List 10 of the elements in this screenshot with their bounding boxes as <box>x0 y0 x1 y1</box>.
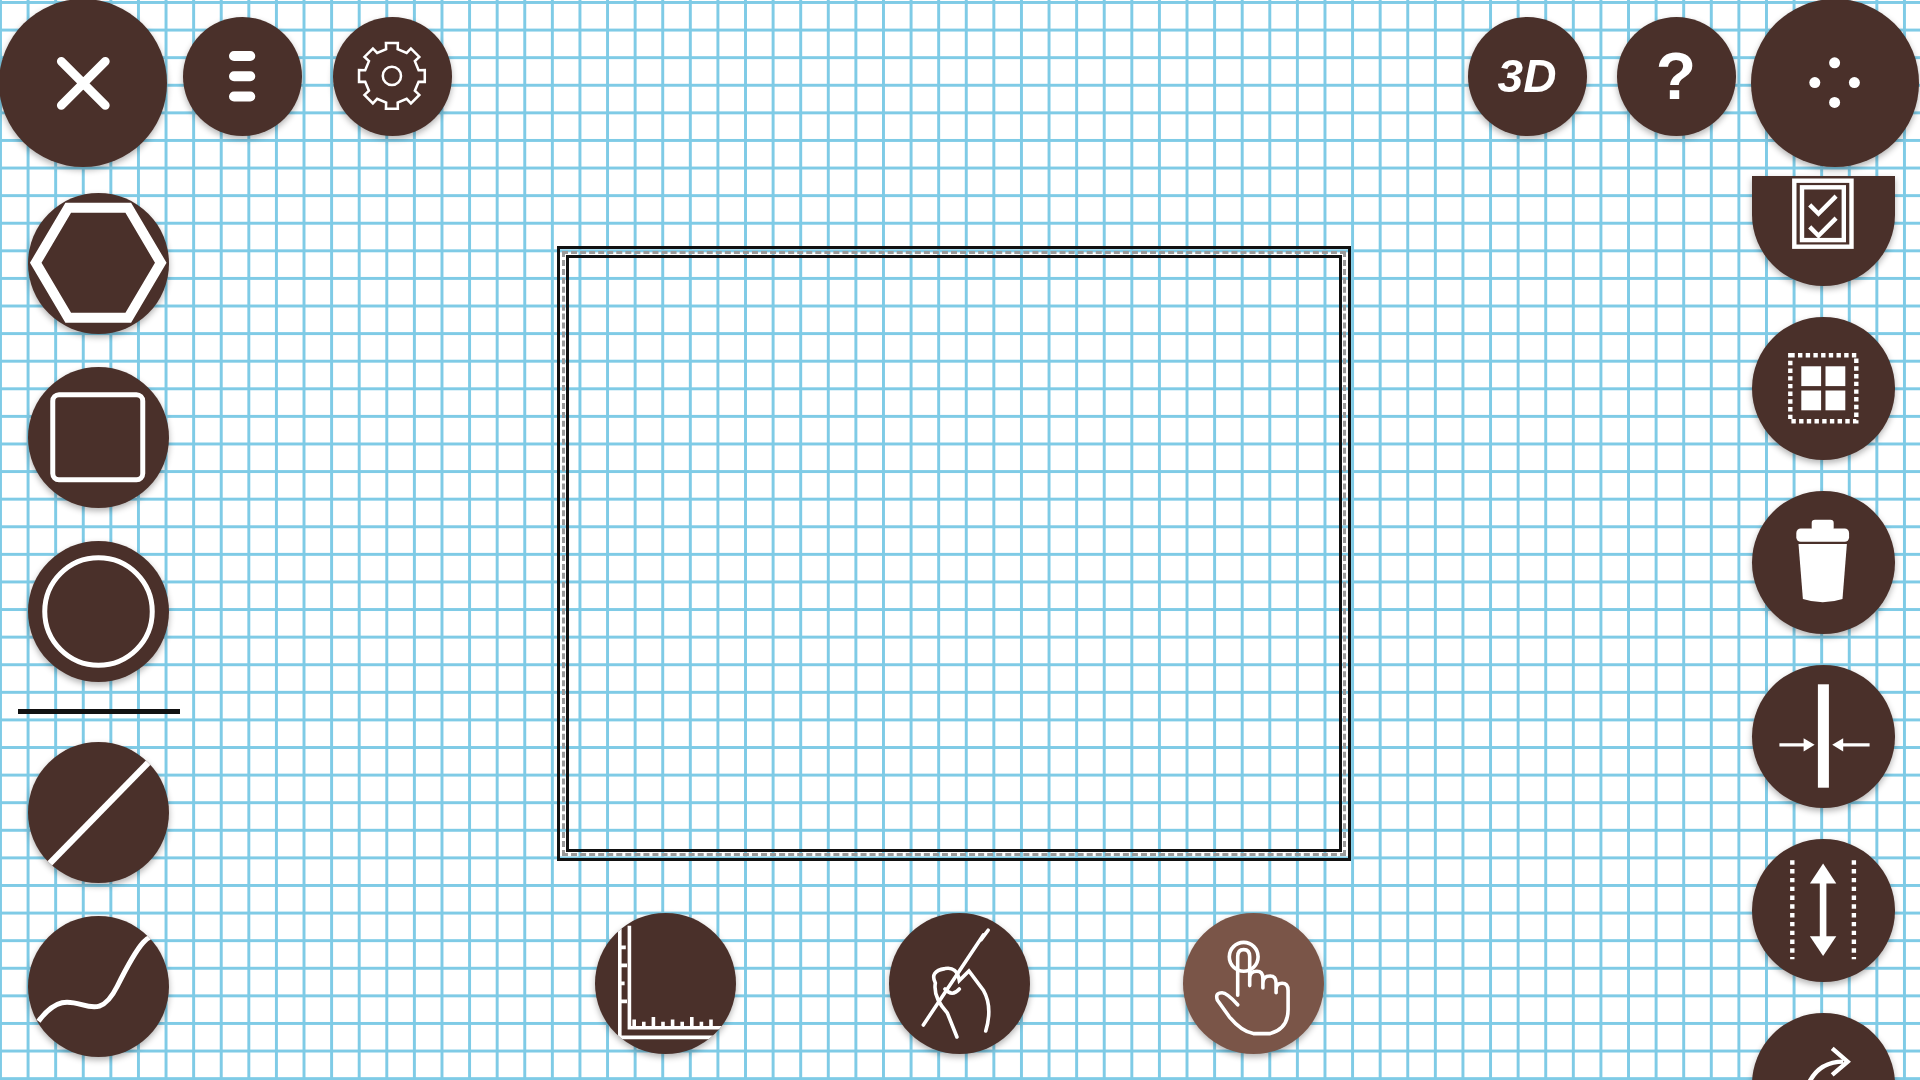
pointing-hand-icon <box>1212 938 1292 1037</box>
square-icon <box>49 390 147 484</box>
close-icon <box>57 57 109 109</box>
hand-with-pen-icon <box>919 926 993 1041</box>
settings-icon <box>356 40 428 112</box>
hexagon-icon <box>31 204 165 322</box>
grid-icon <box>1786 351 1860 425</box>
menu-icon <box>230 52 254 100</box>
clipboard-icon <box>1791 177 1855 250</box>
circle-icon <box>40 553 156 669</box>
